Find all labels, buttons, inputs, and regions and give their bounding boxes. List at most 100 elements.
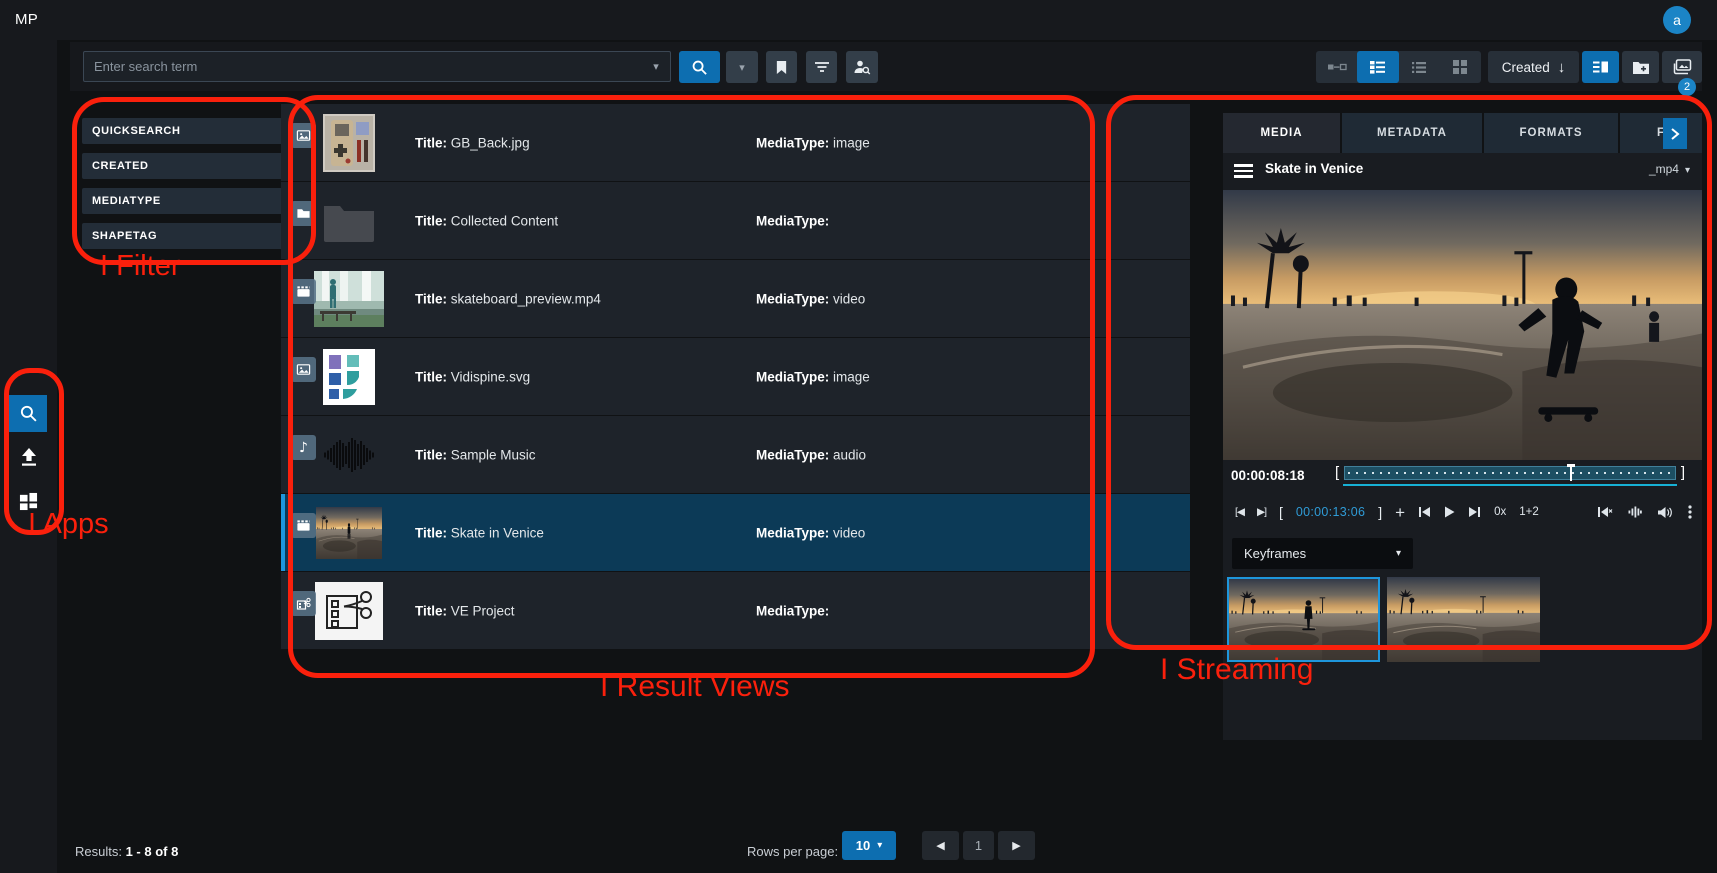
chevron-left-icon: ◀ <box>936 839 944 852</box>
buffer-progress-line <box>1343 484 1677 486</box>
upload-icon <box>18 446 40 468</box>
result-row[interactable]: Title: GB_Back.jpg MediaType: image <box>281 104 1190 181</box>
current-timecode: 00:00:08:18 <box>1231 468 1305 483</box>
keyframe-thumbnail[interactable] <box>1387 577 1540 662</box>
keyframes-select[interactable]: Keyframes ▾ <box>1232 538 1413 569</box>
result-row[interactable]: Title: VE Project MediaType: <box>281 572 1190 649</box>
panel-toggle-button[interactable] <box>1582 51 1619 83</box>
asset-title: Skate in Venice <box>1265 161 1363 176</box>
playhead[interactable] <box>1570 464 1572 481</box>
format-select[interactable]: _mp4 ▾ <box>1649 162 1690 176</box>
rows-per-page-value: 10 <box>856 838 870 853</box>
previous-frame-icon[interactable] <box>1418 506 1431 518</box>
jump-to-in-icon[interactable]: [◀ <box>1235 506 1244 518</box>
filter-shapetag[interactable]: SHAPETAG▾ <box>82 223 303 249</box>
chevron-right-icon <box>1670 128 1680 140</box>
audio-channels[interactable]: 1+2 <box>1519 506 1539 518</box>
mediatype-label: MediaType: <box>756 369 829 384</box>
storyboard-view-icon <box>1327 60 1347 74</box>
next-page-button[interactable]: ▶ <box>998 831 1035 860</box>
result-row[interactable]: ♪ Title: Sample Music MediaType: audio <box>281 416 1190 493</box>
detail-list-view-button[interactable] <box>1357 51 1398 83</box>
dashboard-grid-icon <box>19 492 38 511</box>
search-button[interactable] <box>679 51 720 83</box>
result-row[interactable]: Title: Collected Content MediaType: <box>281 182 1190 259</box>
tab-media[interactable]: MEDIA <box>1223 113 1340 153</box>
tab-files-truncated[interactable]: F <box>1620 113 1702 153</box>
folder-icon <box>291 201 316 226</box>
bookmark-icon <box>775 60 788 75</box>
streaming-panel: MEDIA METADATA FORMATS F Skate in Venice… <box>1223 113 1702 740</box>
title-label: Title: <box>415 369 447 384</box>
result-row[interactable]: Title: Skate in Venice MediaType: video <box>281 494 1190 571</box>
grid-view-button[interactable] <box>1440 51 1481 83</box>
next-frame-icon[interactable] <box>1468 506 1481 518</box>
mark-in-bracket: [ <box>1279 504 1283 520</box>
out-timecode[interactable]: 00:00:13:06 <box>1296 505 1365 519</box>
saved-search-button[interactable] <box>766 51 797 83</box>
image-icon <box>291 123 316 148</box>
more-options-icon[interactable] <box>1688 505 1692 519</box>
results-count-value: 1 - 8 of 8 <box>126 844 179 859</box>
media-collection-icon <box>1673 59 1692 75</box>
folder-plus-icon <box>1632 60 1650 75</box>
scrubber-bar[interactable] <box>1344 466 1676 480</box>
list-view-icon <box>1411 61 1427 74</box>
tab-formats[interactable]: FORMATS <box>1484 113 1618 153</box>
play-icon[interactable] <box>1444 506 1455 518</box>
filter-mediatype[interactable]: MEDIATYPE▾ <box>82 188 303 214</box>
search-icon <box>691 59 708 76</box>
filter-button[interactable] <box>806 51 837 83</box>
app-rail <box>0 40 57 873</box>
media-portal-app: MP a ▾ ▾ <box>0 0 1717 873</box>
timeline-scrubber[interactable]: [ ] <box>1335 464 1685 486</box>
mediatype-label: MediaType: <box>756 213 829 228</box>
app-upload-button[interactable] <box>10 438 47 475</box>
video-frame[interactable] <box>1223 190 1702 460</box>
search-input[interactable] <box>84 59 642 74</box>
keyframe-thumbnail-selected[interactable] <box>1227 577 1380 662</box>
mediatype-value: image <box>833 135 870 150</box>
result-view-toggle-group <box>1316 51 1481 83</box>
result-row[interactable]: Title: Vidispine.svg MediaType: image <box>281 338 1190 415</box>
mediatype-label: MediaType: <box>756 603 829 618</box>
audio-waveform-icon[interactable] <box>1628 506 1642 518</box>
mediatype-label: MediaType: <box>756 135 829 150</box>
chevron-down-icon: ▾ <box>1685 165 1690 176</box>
jump-to-out-icon[interactable]: ▶] <box>1257 506 1266 518</box>
title-value: skateboard_preview.mp4 <box>451 291 601 306</box>
search-options-button[interactable]: ▾ <box>726 51 758 83</box>
video-icon <box>291 279 316 304</box>
title-label: Title: <box>415 135 447 150</box>
rows-per-page-select[interactable]: 10 ▾ <box>842 831 896 860</box>
mediatype-value: video <box>833 525 865 540</box>
results-list: Title: GB_Back.jpg MediaType: image Titl… <box>281 104 1190 650</box>
search-history-caret-icon[interactable]: ▾ <box>642 60 670 73</box>
asset-menu-icon[interactable] <box>1234 164 1253 178</box>
annotation-results-label: I Result Views <box>600 670 790 704</box>
storyboard-view-button[interactable] <box>1316 51 1357 83</box>
results-count: Results: 1 - 8 of 8 <box>75 844 178 859</box>
grid-view-icon <box>1453 60 1468 74</box>
user-avatar[interactable]: a <box>1663 6 1691 34</box>
playback-speed[interactable]: 0x <box>1494 506 1506 518</box>
filter-quicksearch[interactable]: QUICKSEARCH▾ <box>82 118 303 144</box>
media-tab-content: Skate in Venice _mp4 ▾ 00:00:08:18 [ ] [◀… <box>1223 153 1702 740</box>
list-view-button[interactable] <box>1399 51 1440 83</box>
add-marker-icon[interactable]: + <box>1395 504 1405 521</box>
user-search-button[interactable] <box>846 51 878 83</box>
app-search-button[interactable] <box>9 395 47 432</box>
tab-metadata[interactable]: METADATA <box>1342 113 1482 153</box>
tabs-scroll-right-button[interactable] <box>1663 118 1687 149</box>
clear-marks-icon[interactable] <box>1597 506 1613 518</box>
volume-icon[interactable] <box>1657 506 1673 519</box>
add-to-collection-button[interactable] <box>1622 51 1659 83</box>
format-value: _mp4 <box>1649 162 1679 176</box>
sort-by-button[interactable]: Created ↓ <box>1488 51 1579 83</box>
prev-page-button[interactable]: ◀ <box>922 831 959 860</box>
filter-created[interactable]: CREATED▾ <box>82 153 303 179</box>
app-logo[interactable]: MP <box>15 11 38 28</box>
result-row[interactable]: Title: skateboard_preview.mp4 MediaType:… <box>281 260 1190 337</box>
app-dashboard-button[interactable] <box>10 483 47 520</box>
page-number-button[interactable]: 1 <box>963 831 994 860</box>
